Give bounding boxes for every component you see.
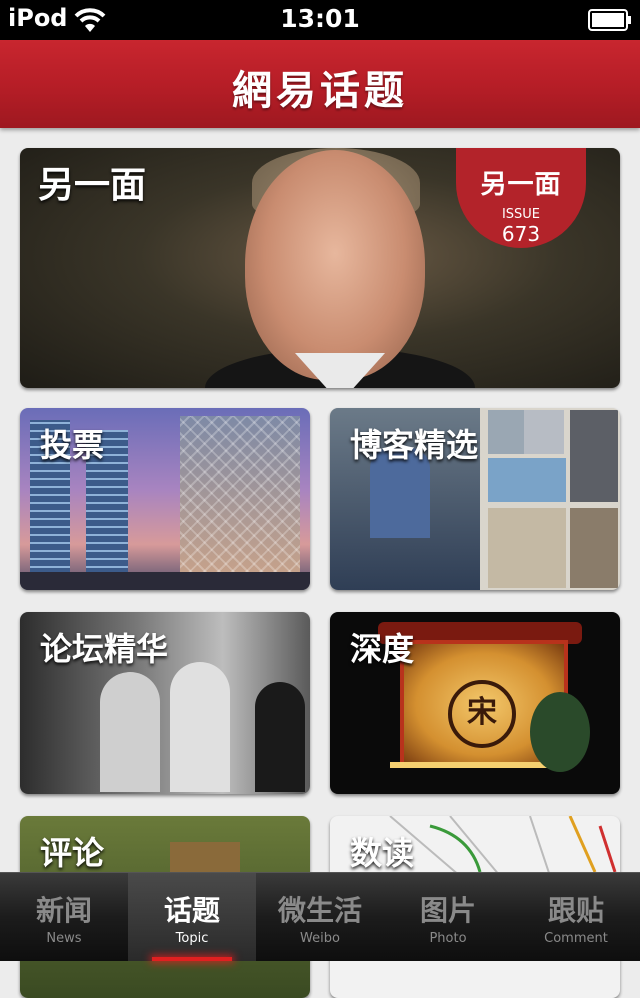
tab-photo[interactable]: 图片 Photo bbox=[384, 873, 512, 961]
topic-tile-forum-highlights[interactable]: 论坛精华 bbox=[20, 612, 310, 794]
tab-sublabel: Comment bbox=[544, 931, 608, 946]
tile-label: 评论 bbox=[40, 834, 105, 872]
photo-cell bbox=[488, 458, 566, 502]
tab-label: 图片 bbox=[419, 894, 476, 927]
tab-label: 跟贴 bbox=[547, 894, 604, 927]
photo-cell bbox=[570, 508, 618, 588]
photo-figure bbox=[100, 672, 160, 792]
tab-sublabel: Photo bbox=[429, 931, 467, 946]
issue-badge-number: 673 bbox=[501, 222, 541, 246]
issue-badge: 另一面 ISSUE 673 bbox=[456, 148, 586, 248]
tree-image bbox=[530, 692, 590, 772]
photo-cell bbox=[488, 508, 566, 588]
tab-weibo[interactable]: 微生活 Weibo bbox=[256, 873, 384, 961]
photo-figure bbox=[255, 682, 305, 792]
tab-sublabel: Weibo bbox=[300, 931, 340, 946]
topic-tile-blog-picks[interactable]: 博客精选 bbox=[330, 408, 620, 590]
photo-figure bbox=[170, 662, 230, 792]
tab-comment[interactable]: 跟贴 Comment bbox=[512, 873, 640, 961]
nav-header: 網易话题 bbox=[0, 40, 640, 128]
clock: 13:01 bbox=[280, 4, 360, 33]
seal-image: 宋 bbox=[448, 680, 516, 748]
tile-label: 论坛精华 bbox=[40, 630, 169, 668]
tab-sublabel: Topic bbox=[175, 931, 209, 946]
tab-label: 新闻 bbox=[35, 894, 92, 927]
tab-news[interactable]: 新闻 News bbox=[0, 873, 128, 961]
battery-icon bbox=[588, 9, 631, 31]
tab-topic[interactable]: 话题 Topic bbox=[128, 873, 256, 961]
issue-badge-logo: 另一面 bbox=[480, 170, 562, 200]
tab-label: 微生活 bbox=[277, 894, 362, 927]
building-image bbox=[180, 416, 300, 576]
tab-sublabel: News bbox=[46, 931, 82, 946]
tab-label: 话题 bbox=[163, 894, 220, 927]
portrait-face bbox=[245, 150, 425, 380]
photo-cell bbox=[570, 410, 618, 502]
tab-bar: 新闻 News 话题 Topic 微生活 Weibo 图片 Photo 跟贴 C… bbox=[0, 872, 640, 961]
tile-label: 投票 bbox=[40, 426, 105, 464]
tile-label: 数读 bbox=[350, 834, 415, 872]
ground-image bbox=[20, 572, 310, 590]
photo-cell bbox=[524, 410, 564, 454]
page-title: 網易话题 bbox=[232, 68, 408, 114]
tile-label: 另一面 bbox=[38, 165, 147, 206]
status-bar: iPod 13:01 bbox=[0, 0, 640, 40]
tile-label: 深度 bbox=[350, 630, 415, 668]
topic-tile-in-depth[interactable]: 宋 深度 bbox=[330, 612, 620, 794]
topic-tile-the-other-side[interactable]: 另一面 ISSUE 673 另一面 bbox=[20, 148, 620, 388]
topic-tile-vote[interactable]: 投票 bbox=[20, 408, 310, 590]
tile-label: 博客精选 bbox=[350, 426, 479, 464]
issue-badge-label: ISSUE bbox=[501, 207, 541, 222]
active-tab-indicator bbox=[152, 957, 232, 961]
